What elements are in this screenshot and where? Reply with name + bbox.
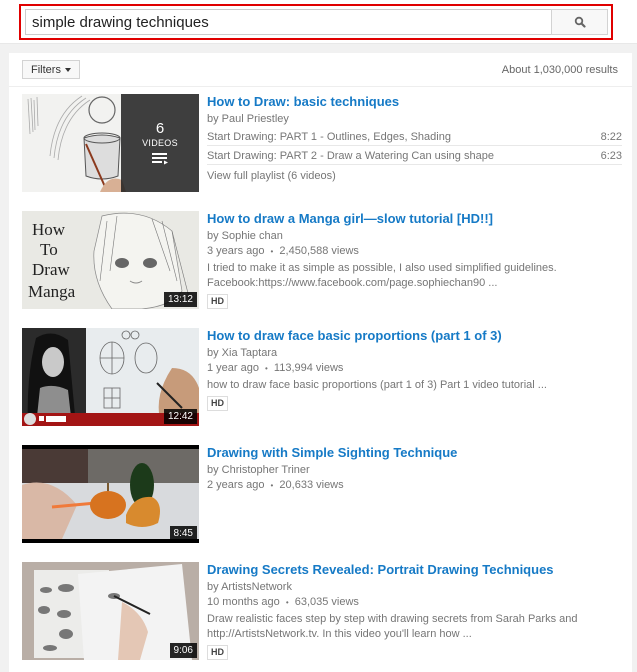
result-item-video: How To Draw Manga 13:12 How to draw a Ma… <box>22 211 622 311</box>
separator-dot: • <box>270 481 274 490</box>
search-icon <box>574 16 586 28</box>
separator-dot: • <box>285 598 289 607</box>
playlist-item[interactable]: Start Drawing: PART 1 - Outlines, Edges,… <box>207 129 622 146</box>
result-info: Drawing with Simple Sighting Technique b… <box>207 445 622 493</box>
playlist-item-duration: 8:22 <box>600 131 622 143</box>
playlist-item[interactable]: Start Drawing: PART 2 - Draw a Watering … <box>207 148 622 165</box>
hd-badge: HD <box>207 645 228 660</box>
playlist-overlay: 6 VIDEOS <box>121 94 199 192</box>
result-views: 63,035 views <box>294 596 359 608</box>
result-stats: 2 years ago • 20,633 views <box>207 478 622 493</box>
playlist-thumbnail[interactable]: 6 VIDEOS <box>22 94 199 192</box>
separator-dot: • <box>265 364 268 373</box>
result-title[interactable]: Drawing Secrets Revealed: Portrait Drawi… <box>207 562 622 578</box>
masthead <box>0 0 637 44</box>
result-channel[interactable]: by Xia Taptara <box>207 346 622 361</box>
result-channel[interactable]: by ArtistsNetwork <box>207 580 622 595</box>
result-channel[interactable]: by Paul Priestley <box>207 112 622 127</box>
result-stats: 3 years ago • 2,450,588 views <box>207 244 622 259</box>
video-duration: 13:12 <box>163 292 197 307</box>
result-title[interactable]: How to draw face basic proportions (part… <box>207 328 622 344</box>
filters-button[interactable]: Filters <box>22 60 80 79</box>
caret-down-icon <box>64 67 71 72</box>
result-stats: 1 year ago • 113,994 views <box>207 361 622 376</box>
result-info: How to draw face basic proportions (part… <box>207 328 622 411</box>
video-thumbnail[interactable]: How To Draw Manga 13:12 <box>22 211 199 309</box>
result-age: 10 months ago <box>207 596 280 608</box>
result-description: Draw realistic faces step by step with d… <box>207 613 578 640</box>
thumb-text: Draw <box>32 260 70 279</box>
playlist-item-duration: 6:23 <box>600 150 622 162</box>
view-full-playlist-link[interactable]: View full playlist (6 videos) <box>207 169 622 184</box>
result-age: 2 years ago <box>207 479 265 491</box>
result-views: 2,450,588 views <box>279 245 359 257</box>
filters-label: Filters <box>31 63 61 76</box>
result-description: I tried to make it as simple as possible… <box>207 262 557 289</box>
result-item-video: 12:42 How to draw face basic proportions… <box>22 328 622 428</box>
playlist-videos-label: VIDEOS <box>142 138 178 148</box>
video-thumbnail[interactable]: 12:42 <box>22 328 199 426</box>
thumb-text: How <box>32 220 66 239</box>
result-info: How to Draw: basic techniques by Paul Pr… <box>207 94 622 184</box>
hd-badge: HD <box>207 294 228 309</box>
result-channel[interactable]: by Christopher Triner <box>207 463 622 478</box>
result-age: 3 years ago <box>207 245 265 257</box>
results-count: About 1,030,000 results <box>501 64 618 76</box>
result-item-playlist: 6 VIDEOS How to Draw: basic techniques b… <box>22 94 622 194</box>
filters-bar: Filters About 1,030,000 results <box>9 53 632 87</box>
result-views: 113,994 views <box>273 362 344 374</box>
separator-dot: • <box>270 247 274 256</box>
result-views: 20,633 views <box>279 479 344 491</box>
thumb-text: Manga <box>28 282 76 301</box>
playlist-item-title: Start Drawing: PART 1 - Outlines, Edges,… <box>207 131 451 143</box>
video-duration: 9:06 <box>169 643 197 658</box>
video-thumbnail[interactable]: 8:45 <box>22 445 199 543</box>
video-duration: 12:42 <box>163 409 197 424</box>
search-button[interactable] <box>551 9 608 35</box>
result-title[interactable]: Drawing with Simple Sighting Technique <box>207 445 622 461</box>
video-duration: 8:45 <box>169 526 197 541</box>
hd-badge: HD <box>207 396 228 411</box>
result-item-video: 8:45 Drawing with Simple Sighting Techni… <box>22 445 622 545</box>
result-channel[interactable]: by Sophie chan <box>207 229 622 244</box>
playlist-video-count: 6 <box>155 120 165 137</box>
playlist-item-title: Start Drawing: PART 2 - Draw a Watering … <box>207 150 494 162</box>
result-info: Drawing Secrets Revealed: Portrait Drawi… <box>207 562 622 660</box>
search-highlight-box <box>19 4 613 40</box>
result-age: 1 year ago <box>207 362 259 374</box>
result-item-video: 9:06 Drawing Secrets Revealed: Portrait … <box>22 562 622 662</box>
video-thumbnail[interactable]: 9:06 <box>22 562 199 660</box>
result-info: How to draw a Manga girl—slow tutorial [… <box>207 211 622 309</box>
playlist-icon <box>152 153 168 165</box>
search-input[interactable] <box>25 9 552 35</box>
result-stats: 10 months ago • 63,035 views <box>207 595 622 610</box>
result-title[interactable]: How to draw a Manga girl—slow tutorial [… <box>207 211 622 227</box>
thumb-text: To <box>40 240 58 259</box>
results-card: Filters About 1,030,000 results 6 VIDEOS… <box>9 53 632 672</box>
result-description: how to draw face basic proportions (part… <box>207 379 547 391</box>
result-title[interactable]: How to Draw: basic techniques <box>207 94 622 110</box>
